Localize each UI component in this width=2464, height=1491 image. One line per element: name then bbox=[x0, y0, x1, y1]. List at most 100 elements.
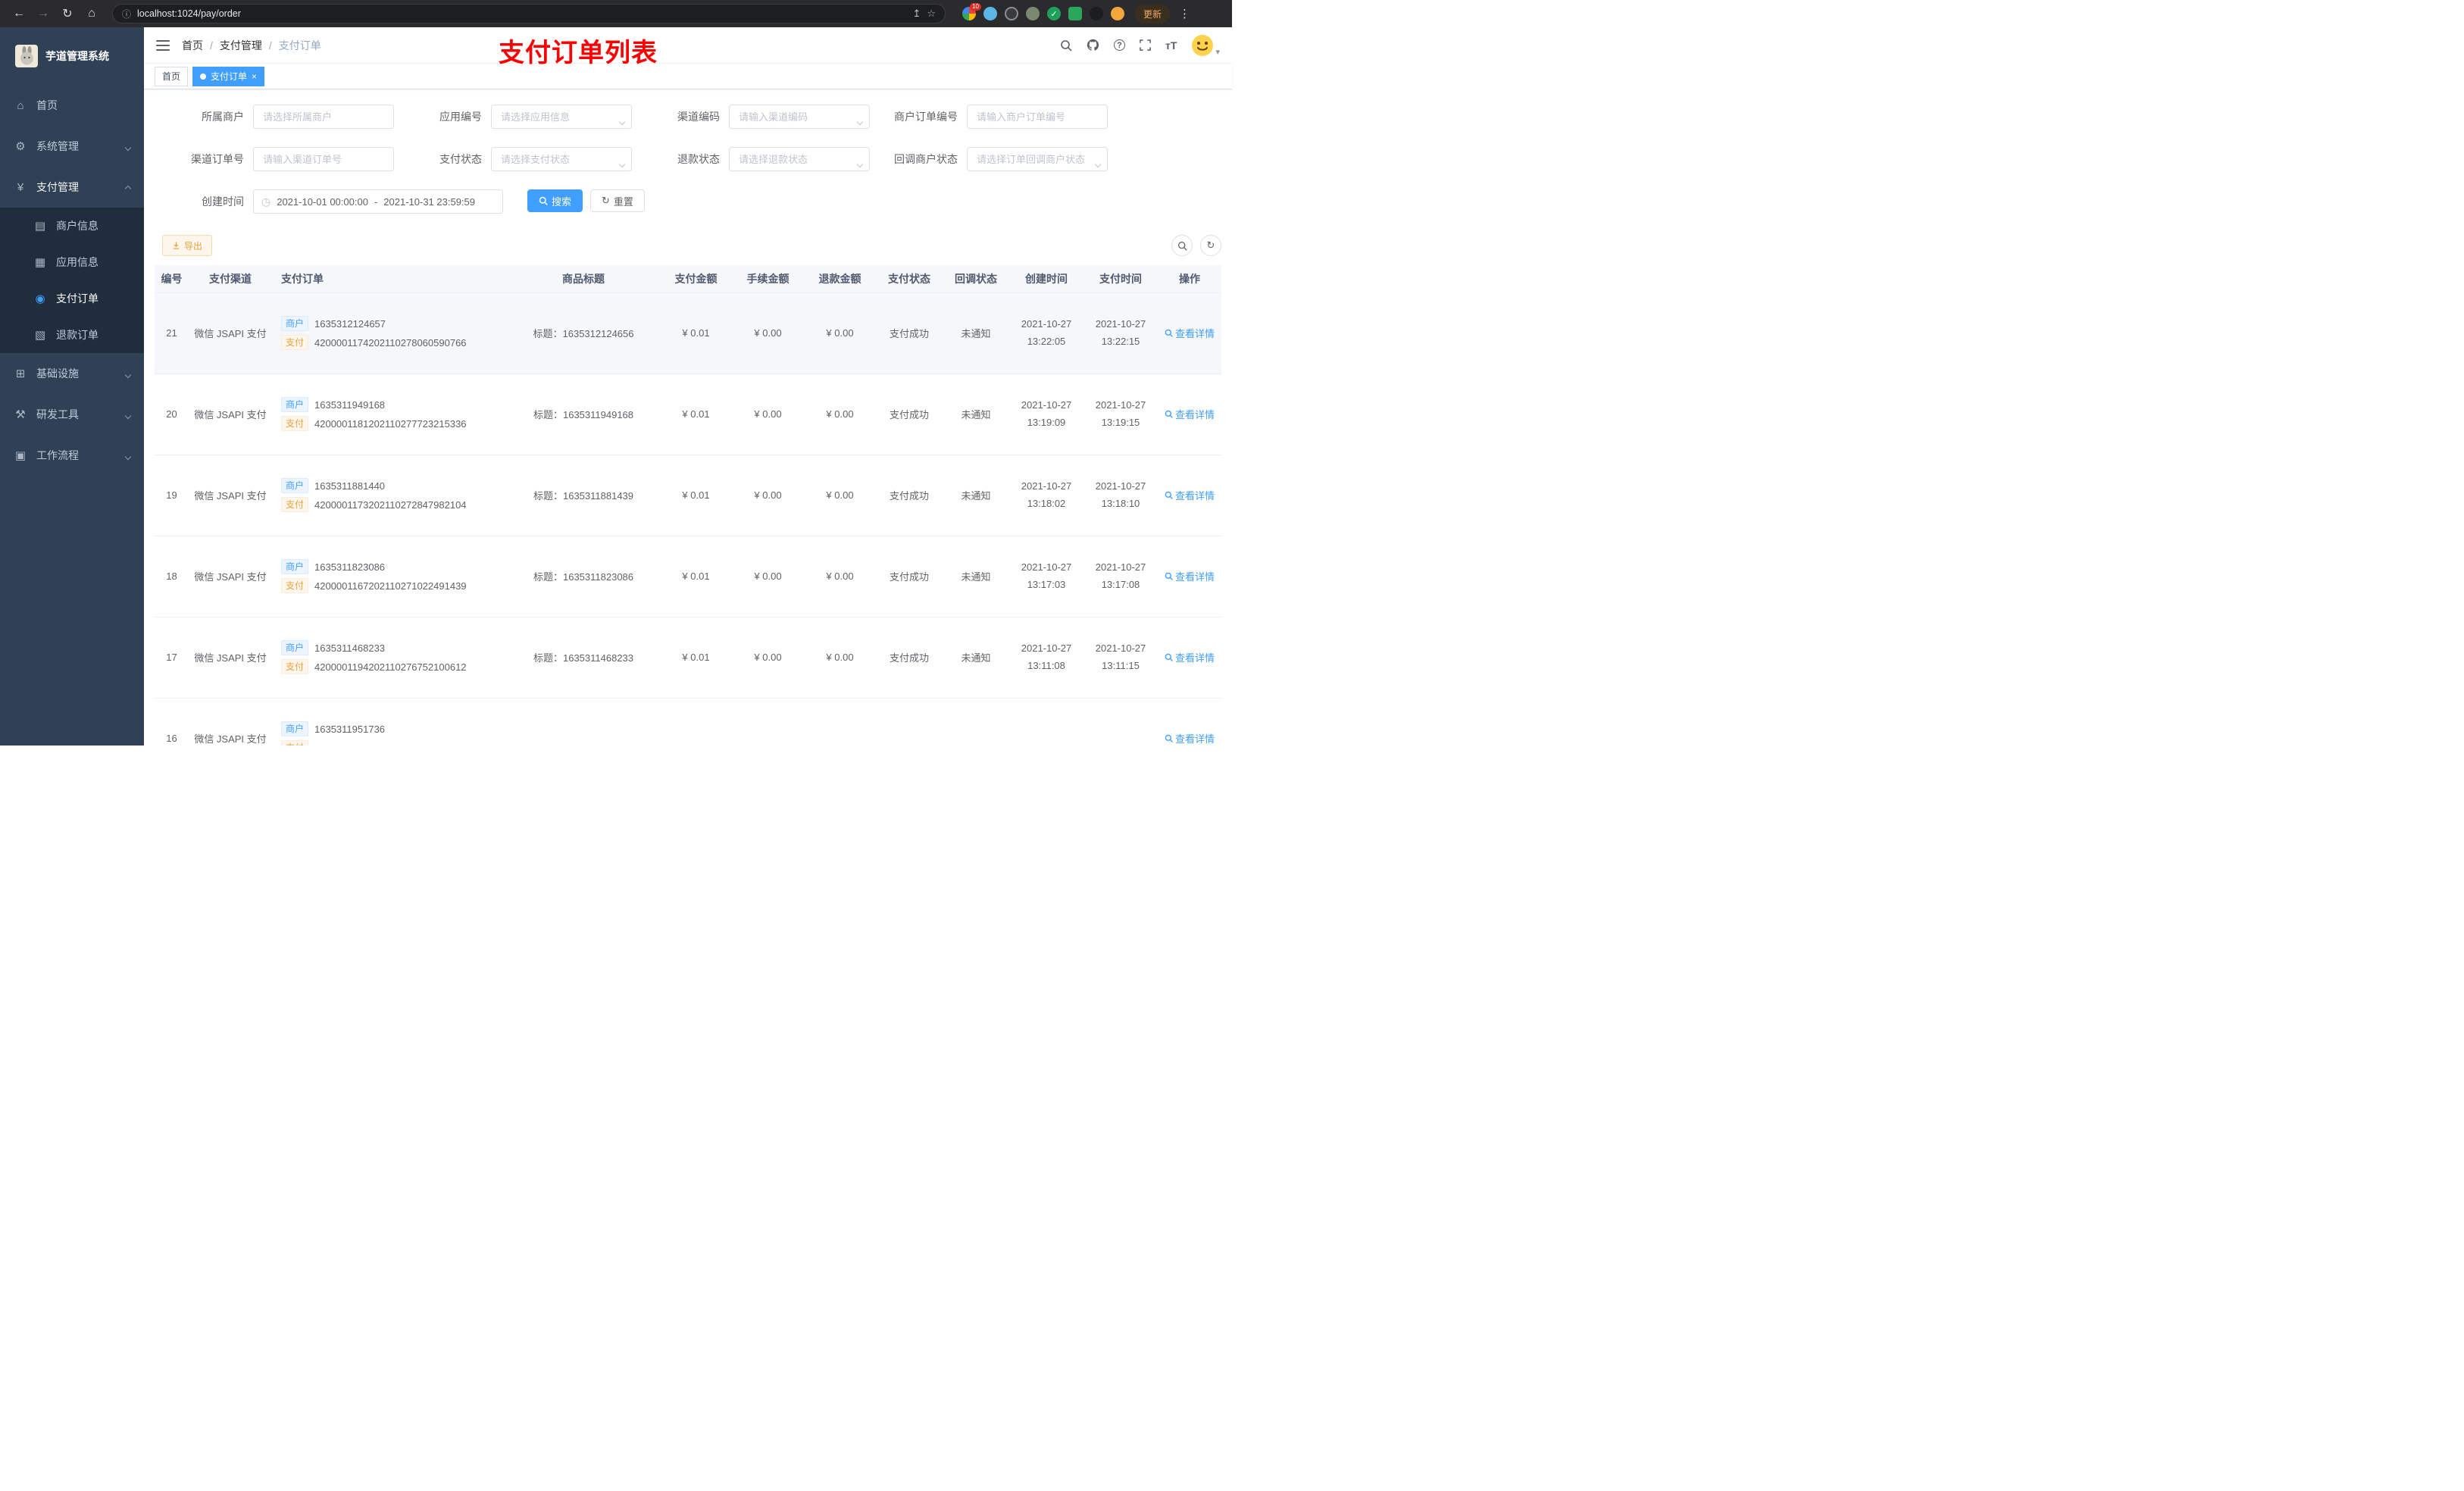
fullscreen-icon[interactable] bbox=[1140, 39, 1151, 51]
forward-button[interactable]: → bbox=[33, 4, 53, 23]
table-row: 21 微信 JSAPI 支付 商户 1635312124657 支付 42000… bbox=[155, 292, 1221, 374]
notify-status-input[interactable] bbox=[967, 147, 1108, 171]
extension-icon[interactable] bbox=[1026, 7, 1040, 20]
cell-pay-time: 2021-10-27 13:22:15 bbox=[1083, 292, 1158, 374]
annotation-title: 支付订单列表 bbox=[499, 39, 658, 67]
column-header: 支付金额 bbox=[660, 265, 732, 293]
address-bar[interactable]: ⓘ localhost:1024/pay/order ↥ ☆ bbox=[112, 4, 946, 23]
pay-status-input[interactable] bbox=[491, 147, 632, 171]
view-detail-link[interactable]: 查看详情 bbox=[1165, 326, 1215, 340]
app-select[interactable] bbox=[491, 105, 632, 129]
cell-amount: ¥ 0.01 bbox=[660, 292, 732, 374]
cell-title: 标题：1635311949168 bbox=[507, 374, 660, 455]
extension-icon[interactable] bbox=[1090, 7, 1103, 20]
toggle-search-button[interactable] bbox=[1171, 235, 1193, 256]
filter-field-merchant: 所属商户 bbox=[170, 105, 394, 129]
menu-label: 首页 bbox=[36, 99, 58, 111]
create-time-range-picker[interactable]: ◷ 2021-10-01 00:00:00 - 2021-10-31 23:59… bbox=[253, 189, 503, 214]
search-icon bbox=[1165, 572, 1173, 580]
sidebar-item-payment[interactable]: ¥ 支付管理 bbox=[0, 167, 144, 208]
merchant-order-no-input-wrap[interactable] bbox=[967, 105, 1108, 129]
view-detail-link[interactable]: 查看详情 bbox=[1165, 731, 1215, 746]
cell-status bbox=[876, 698, 943, 746]
tab-pay-order[interactable]: 支付订单 × bbox=[192, 66, 265, 86]
extension-icon[interactable]: ✓ bbox=[1047, 7, 1061, 20]
merchant-order-no-input[interactable] bbox=[967, 105, 1108, 129]
search-button[interactable]: 搜索 bbox=[527, 189, 583, 212]
merchant-select-input[interactable] bbox=[253, 105, 394, 129]
filter-field-app: 应用编号 bbox=[408, 105, 632, 129]
extension-icon[interactable] bbox=[1068, 7, 1082, 20]
refund-status-input[interactable] bbox=[729, 147, 870, 171]
extension-icon[interactable]: 10 bbox=[962, 3, 981, 20]
chevron-down-icon bbox=[618, 157, 626, 170]
sidebar-item-app-info[interactable]: ▦ 应用信息 bbox=[0, 244, 144, 280]
chevron-down-icon bbox=[124, 140, 132, 152]
merchant-select[interactable] bbox=[253, 105, 394, 129]
view-detail-link[interactable]: 查看详情 bbox=[1165, 407, 1215, 421]
extension-icon[interactable] bbox=[1005, 7, 1018, 20]
cell-amount bbox=[660, 698, 732, 746]
column-header: 支付状态 bbox=[876, 265, 943, 293]
github-icon[interactable] bbox=[1087, 39, 1099, 52]
sidebar-item-workflow[interactable]: ▣ 工作流程 bbox=[0, 435, 144, 476]
table-row: 19 微信 JSAPI 支付 商户 1635311881440 支付 42000… bbox=[155, 455, 1221, 536]
merchant-tag: 商户 bbox=[281, 316, 309, 331]
search-icon bbox=[1165, 410, 1173, 418]
sidebar-item-merchant-info[interactable]: ▤ 商户信息 bbox=[0, 208, 144, 244]
reload-button[interactable]: ↻ bbox=[58, 4, 77, 23]
search-icon[interactable] bbox=[1060, 39, 1072, 52]
tab-home[interactable]: 首页 bbox=[155, 66, 189, 86]
breadcrumb-payment[interactable]: 支付管理 bbox=[220, 38, 262, 53]
refund-status-select[interactable] bbox=[729, 147, 870, 171]
view-detail-link[interactable]: 查看详情 bbox=[1165, 569, 1215, 583]
export-button[interactable]: 导出 bbox=[162, 235, 213, 256]
app-logo[interactable]: 芋道管理系统 bbox=[0, 27, 144, 85]
sidebar-item-refund-order[interactable]: ▧ 退款订单 bbox=[0, 317, 144, 353]
breadcrumb-home[interactable]: 首页 bbox=[182, 38, 203, 53]
notify-status-select[interactable] bbox=[967, 147, 1108, 171]
filter-label: 渠道订单号 bbox=[191, 153, 244, 165]
profile-avatar-icon[interactable] bbox=[1111, 7, 1124, 20]
cell-id: 21 bbox=[155, 292, 189, 374]
cell-pay-order: 商户 1635311949168 支付 42000011812021102777… bbox=[272, 374, 507, 455]
table-row: 16 微信 JSAPI 支付 商户 1635311951736 支付 bbox=[155, 698, 1221, 746]
menu-label: 工作流程 bbox=[36, 449, 79, 461]
reset-button[interactable]: ↻ 重置 bbox=[590, 189, 645, 212]
channel-order-no-input-wrap[interactable] bbox=[253, 147, 394, 171]
channel-code-select[interactable] bbox=[729, 105, 870, 129]
browser-update-button[interactable]: 更新 bbox=[1135, 4, 1171, 23]
sidebar-item-devtools[interactable]: ⚒ 研发工具 bbox=[0, 394, 144, 435]
cell-notify: 未通知 bbox=[943, 536, 1009, 617]
channel-code-input[interactable] bbox=[729, 105, 870, 129]
browser-menu-icon[interactable]: ⋮ bbox=[1179, 7, 1190, 20]
channel-order-no-input[interactable] bbox=[253, 147, 394, 171]
home-button[interactable]: ⌂ bbox=[82, 4, 102, 23]
search-icon bbox=[1165, 329, 1173, 337]
site-info-icon[interactable]: ⓘ bbox=[122, 8, 131, 20]
refresh-table-button[interactable]: ↻ bbox=[1200, 235, 1221, 256]
bookmark-star-icon[interactable]: ☆ bbox=[927, 8, 936, 20]
app-select-input[interactable] bbox=[491, 105, 632, 129]
pay-status-select[interactable] bbox=[491, 147, 632, 171]
sidebar-item-home[interactable]: ⌂ 首页 bbox=[0, 85, 144, 126]
user-avatar[interactable]: ▾ bbox=[1191, 34, 1220, 57]
cell-fee bbox=[732, 698, 804, 746]
menu-collapse-icon[interactable] bbox=[156, 39, 170, 52]
sidebar-item-infrastructure[interactable]: ⊞ 基础设施 bbox=[0, 353, 144, 394]
chevron-down-icon bbox=[618, 114, 626, 128]
sidebar-item-system[interactable]: ⚙ 系统管理 bbox=[0, 126, 144, 167]
column-header: 编号 bbox=[155, 265, 189, 293]
filter-field-create-time: 创建时间 ◷ 2021-10-01 00:00:00 - 2021-10-31 … bbox=[170, 189, 503, 214]
close-icon[interactable]: × bbox=[252, 72, 257, 81]
cell-fee: ¥ 0.00 bbox=[732, 455, 804, 536]
font-size-icon[interactable]: тT bbox=[1165, 39, 1177, 52]
share-icon[interactable]: ↥ bbox=[912, 8, 921, 20]
view-detail-link[interactable]: 查看详情 bbox=[1165, 650, 1215, 664]
sidebar-item-pay-order[interactable]: ◉ 支付订单 bbox=[0, 280, 144, 317]
extension-icon[interactable] bbox=[983, 7, 997, 20]
back-button[interactable]: ← bbox=[9, 4, 29, 23]
cell-refund: ¥ 0.00 bbox=[804, 374, 876, 455]
help-icon[interactable]: ? bbox=[1114, 39, 1126, 51]
view-detail-link[interactable]: 查看详情 bbox=[1165, 488, 1215, 502]
